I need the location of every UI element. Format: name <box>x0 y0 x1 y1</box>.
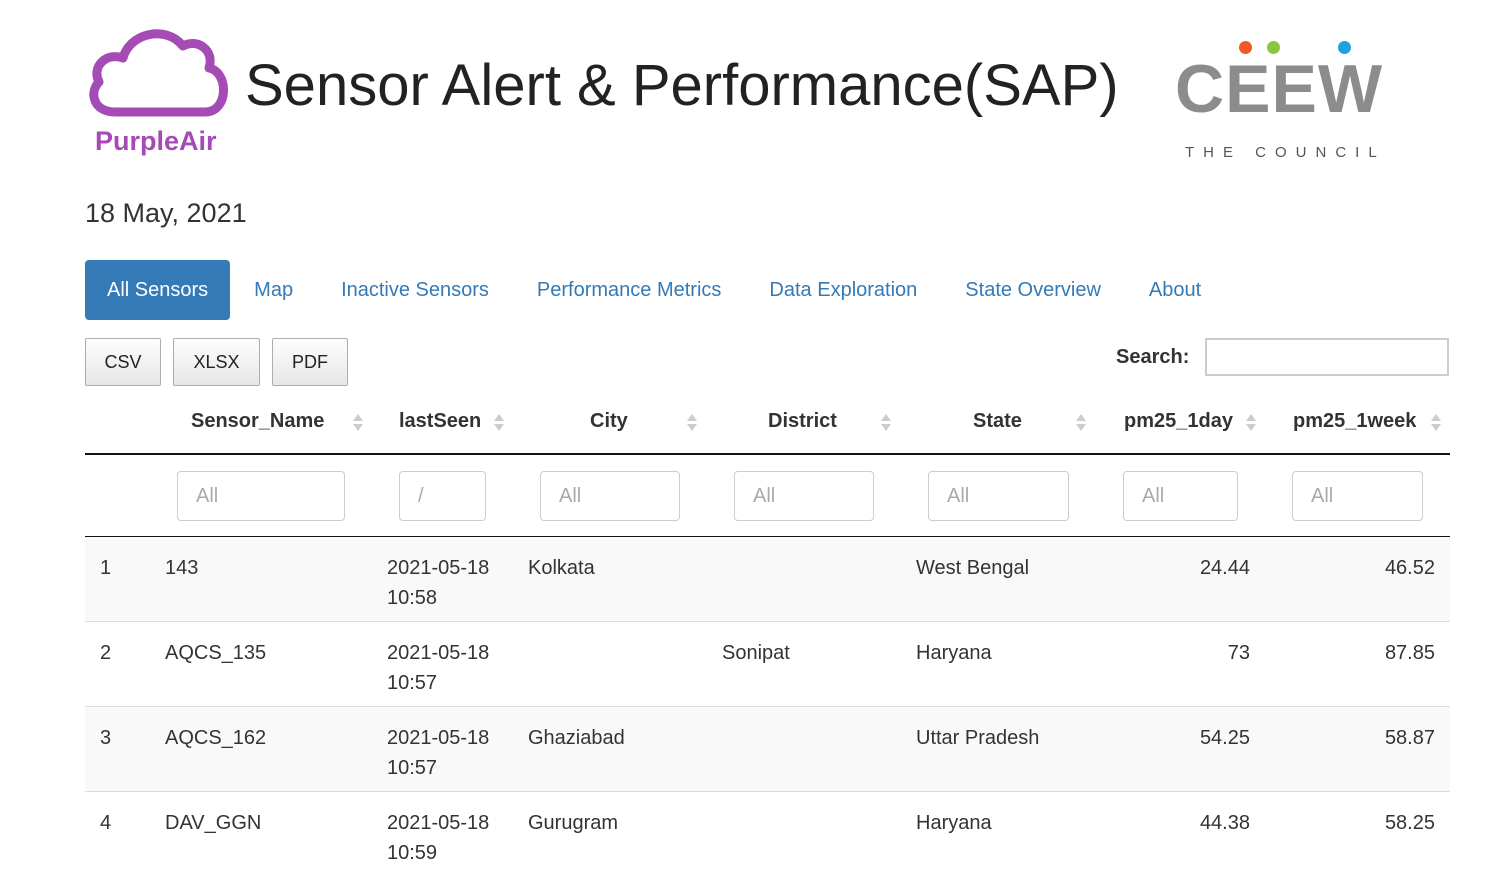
sort-icon[interactable] <box>1075 412 1087 434</box>
filter-state[interactable]: All <box>928 471 1069 521</box>
sort-icon[interactable] <box>493 412 505 434</box>
cell-city: Ghaziabad <box>528 727 625 749</box>
row-index: 4 <box>100 812 112 834</box>
cloud-icon <box>89 29 228 117</box>
last-seen-date: 2021-05-18 <box>387 727 490 749</box>
report-date: 18 May, 2021 <box>85 198 247 228</box>
table-row[interactable]: 4 DAV_GGN 2021-05-18 10:59 Gurugram Harya… <box>85 792 1450 877</box>
search-label: Search: <box>1116 346 1190 368</box>
xlsx-button[interactable]: XLSX <box>173 338 260 386</box>
column-header-state[interactable]: State <box>973 410 1022 433</box>
pdf-button[interactable]: PDF <box>272 338 348 386</box>
column-header-district[interactable]: District <box>768 410 837 433</box>
page-title: Sensor Alert & Performance(SAP) <box>245 53 1119 118</box>
sort-icon[interactable] <box>1430 412 1442 434</box>
cell-pm25-1day: 44.38 <box>1199 812 1250 834</box>
column-header-pm25-1day[interactable]: pm25_1day <box>1124 410 1233 433</box>
cell-state: Uttar Pradesh <box>916 727 1040 749</box>
cell-pm25-1week: 58.25 <box>1384 812 1435 834</box>
cell-city: Kolkata <box>528 557 595 579</box>
cell-district: Sonipat <box>722 642 790 664</box>
table-row[interactable]: 3 AQCS_162 2021-05-18 10:57 Ghaziabad Utt… <box>85 707 1450 792</box>
filter-district[interactable]: All <box>734 471 874 521</box>
search-input[interactable] <box>1205 338 1449 376</box>
table-row[interactable]: 1 143 2021-05-18 10:58 Kolkata West Benga… <box>85 537 1450 622</box>
sort-icon[interactable] <box>352 412 364 434</box>
ceew-logo-word: CEEW <box>1175 51 1383 127</box>
tab-state-overview[interactable]: State Overview <box>941 260 1125 320</box>
tab-about[interactable]: About <box>1125 260 1225 320</box>
cell-pm25-1day: 24.44 <box>1199 557 1250 579</box>
page-header: PurpleAir Sensor Alert & Performance(SAP… <box>85 20 1385 161</box>
tab-inactive-sensors[interactable]: Inactive Sensors <box>317 260 513 320</box>
table-row[interactable]: 2 AQCS_135 2021-05-18 10:57 Sonipat Harya… <box>85 622 1450 707</box>
sort-icon[interactable] <box>686 412 698 434</box>
cell-sensor-name: AQCS_162 <box>165 727 267 749</box>
cell-city: Gurugram <box>528 812 619 834</box>
cell-state: Haryana <box>916 642 992 664</box>
row-index: 2 <box>100 642 112 664</box>
last-seen-date: 2021-05-18 <box>387 812 490 834</box>
purpleair-logo: PurpleAir <box>85 26 230 156</box>
tab-data-exploration[interactable]: Data Exploration <box>745 260 941 320</box>
ceew-logo-subtitle: THE COUNCIL <box>1185 144 1386 161</box>
cell-pm25-1week: 46.52 <box>1384 557 1435 579</box>
column-header-last-seen[interactable]: lastSeen <box>399 410 481 433</box>
csv-button[interactable]: CSV <box>85 338 161 386</box>
cell-state: West Bengal <box>916 557 1030 579</box>
purpleair-logo-text: PurpleAir <box>95 126 217 156</box>
header-divider <box>85 453 1450 455</box>
row-index: 3 <box>100 727 112 749</box>
cell-last-seen: 2021-05-18 10:59 <box>387 808 489 868</box>
last-seen-date: 2021-05-18 <box>387 642 490 664</box>
cell-sensor-name: 143 <box>165 557 199 579</box>
filter-city[interactable]: All <box>540 471 680 521</box>
filter-last-seen[interactable]: / <box>399 471 486 521</box>
filter-sensor-name[interactable]: All <box>177 471 345 521</box>
last-seen-time: 10:57 <box>387 757 438 779</box>
column-header-city[interactable]: City <box>590 410 628 433</box>
cell-pm25-1day: 54.25 <box>1199 727 1250 749</box>
tab-map[interactable]: Map <box>230 260 317 320</box>
cell-state: Haryana <box>916 812 992 834</box>
tab-all-sensors[interactable]: All Sensors <box>85 260 231 320</box>
filter-pm25-1day[interactable]: All <box>1123 471 1238 521</box>
cell-sensor-name: AQCS_135 <box>165 642 267 664</box>
last-seen-time: 10:59 <box>387 842 438 864</box>
last-seen-time: 10:58 <box>387 587 438 609</box>
cell-last-seen: 2021-05-18 10:58 <box>387 553 489 613</box>
last-seen-date: 2021-05-18 <box>387 557 490 579</box>
sort-icon[interactable] <box>1245 412 1257 434</box>
cell-last-seen: 2021-05-18 10:57 <box>387 638 489 698</box>
sort-icon[interactable] <box>880 412 892 434</box>
tab-performance-metrics[interactable]: Performance Metrics <box>513 260 746 320</box>
column-header-sensor-name[interactable]: Sensor_Name <box>191 410 324 433</box>
row-index: 1 <box>100 557 112 579</box>
cell-pm25-1week: 58.87 <box>1384 727 1435 749</box>
column-header-pm25-1week[interactable]: pm25_1week <box>1293 410 1416 433</box>
cell-sensor-name: DAV_GGN <box>165 812 262 834</box>
filter-pm25-1week[interactable]: All <box>1292 471 1423 521</box>
nav-tabs: All Sensors Map Inactive Sensors Perform… <box>85 260 1225 320</box>
last-seen-time: 10:57 <box>387 672 438 694</box>
cell-pm25-1day: 73 <box>1227 642 1250 664</box>
cell-last-seen: 2021-05-18 10:57 <box>387 723 489 783</box>
cell-pm25-1week: 87.85 <box>1384 642 1435 664</box>
ceew-logo: CEEW THE COUNCIL <box>1175 40 1382 161</box>
